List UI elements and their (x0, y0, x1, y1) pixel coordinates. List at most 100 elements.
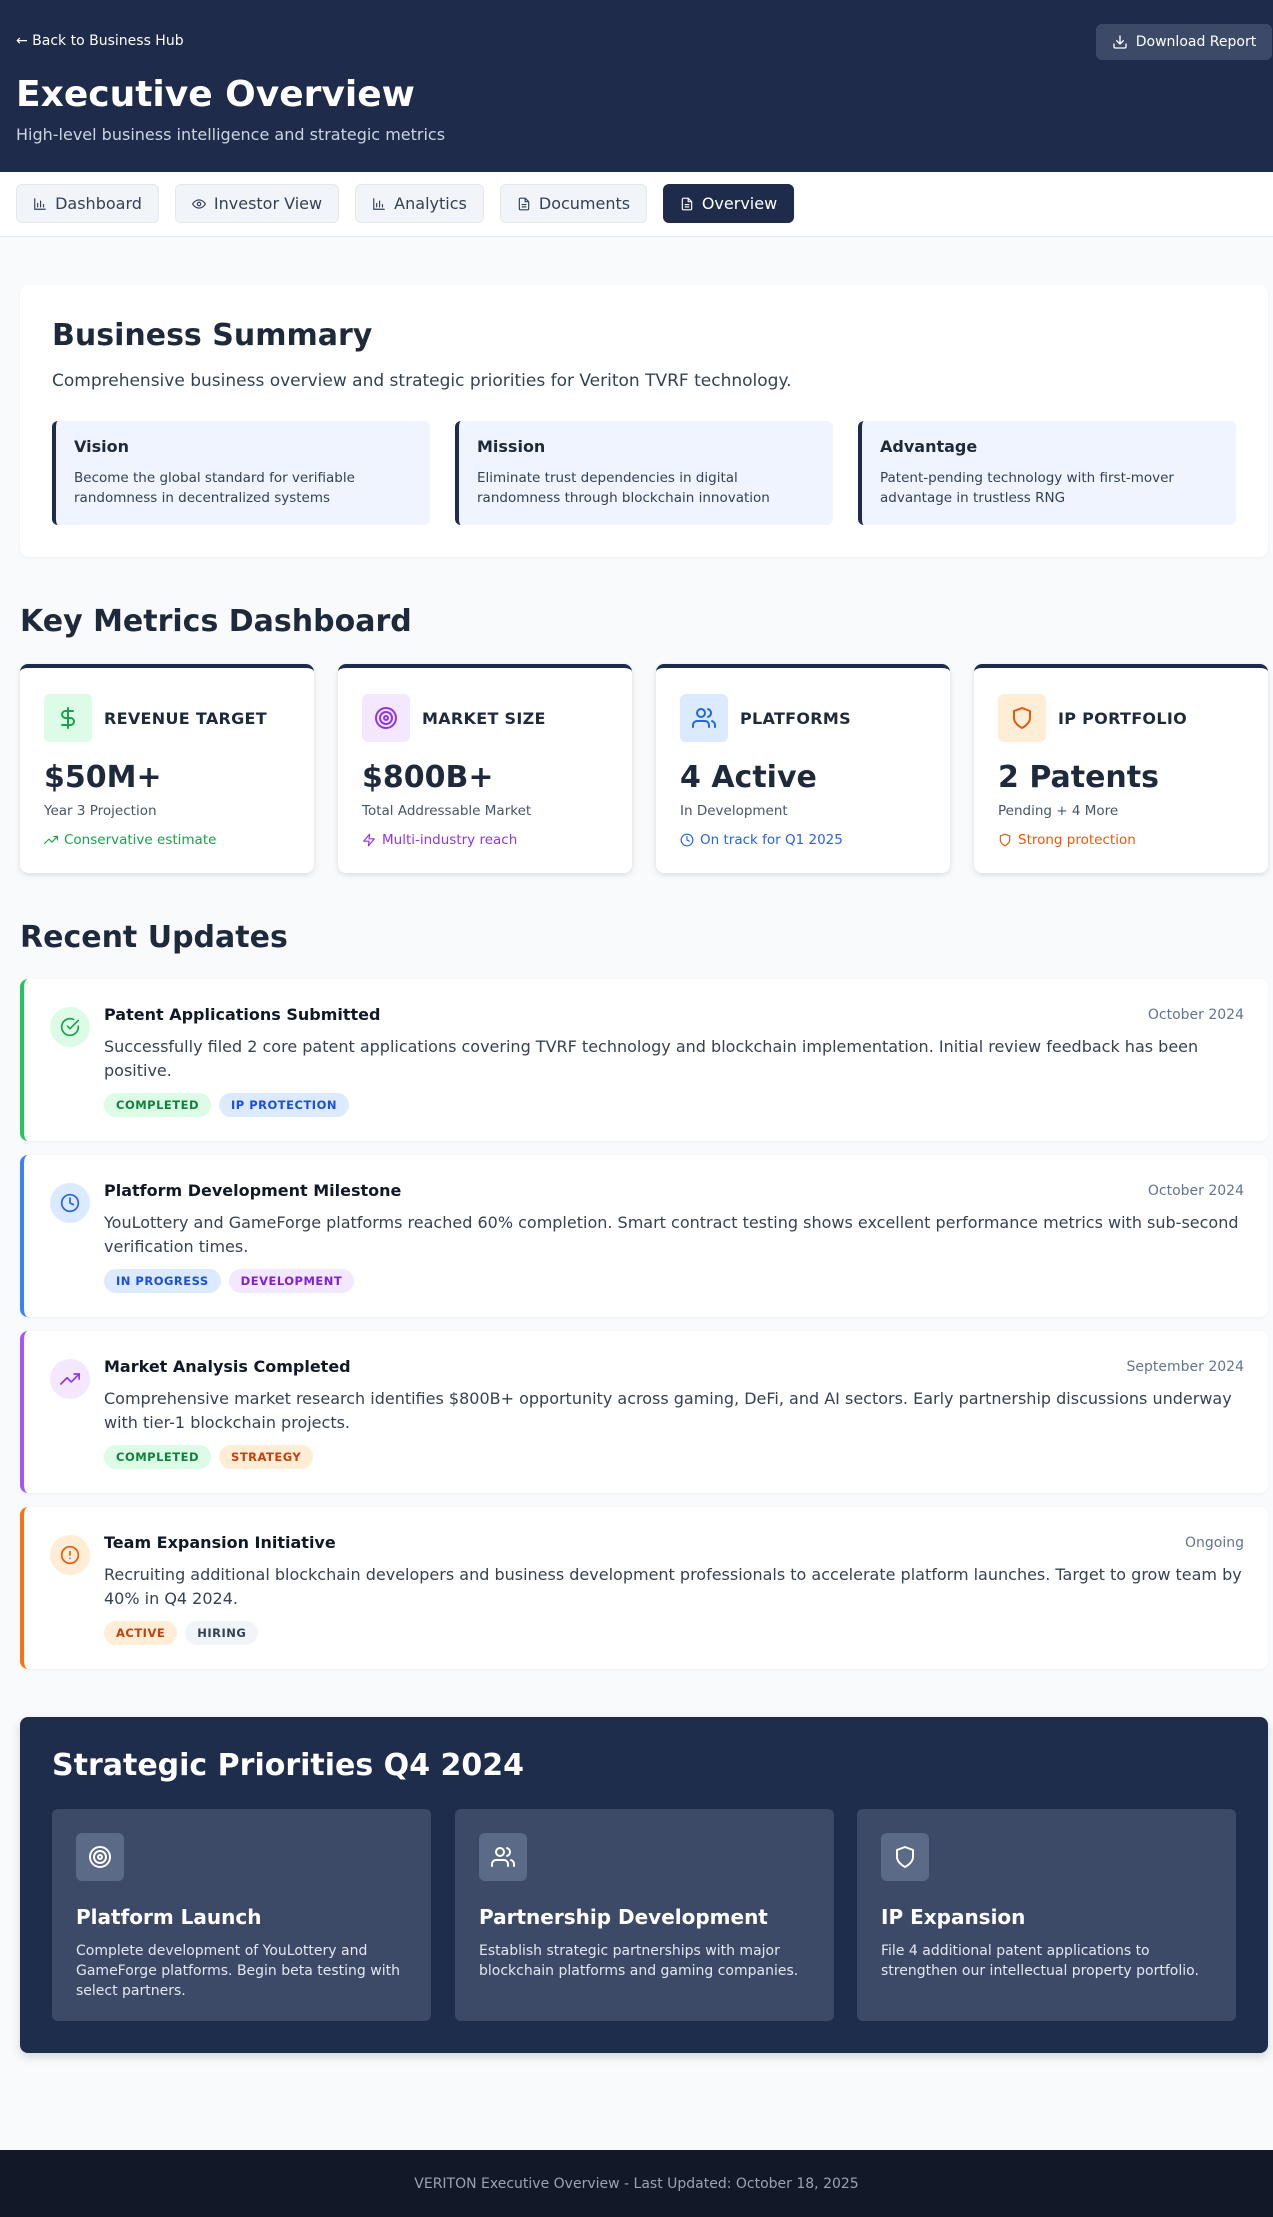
update-tags: COMPLETED IP PROTECTION (104, 1093, 349, 1117)
metric-note-text: Conservative estimate (64, 832, 217, 848)
bar-chart-icon (33, 197, 47, 211)
strategic-priorities-panel: Strategic Priorities Q4 2024 Platform La… (20, 1717, 1268, 2053)
bar-chart-icon (372, 197, 386, 211)
update-card-patent: Patent Applications Submitted October 20… (20, 979, 1268, 1141)
page-footer: VERITON Executive Overview - Last Update… (0, 2150, 1273, 2217)
update-title: Market Analysis Completed (104, 1357, 351, 1376)
metric-value: 4 Active (680, 760, 817, 795)
category-badge: HIRING (185, 1621, 259, 1645)
vision-card: Vision Become the global standard for ve… (52, 421, 430, 525)
tab-label: Overview (701, 194, 778, 213)
trending-up-icon (50, 1359, 90, 1399)
footer-text: VERITON Executive Overview - Last Update… (414, 2175, 859, 2192)
tab-label: Dashboard (55, 194, 142, 213)
mission-title: Mission (477, 437, 546, 456)
metric-value: 2 Patents (998, 760, 1159, 795)
business-summary-title: Business Summary (52, 318, 373, 353)
metric-note: Strong protection (998, 832, 1136, 848)
recent-updates-title: Recent Updates (20, 920, 288, 955)
tab-label: Investor View (213, 194, 323, 213)
tab-dashboard[interactable]: Dashboard (16, 184, 159, 223)
page-title: Executive Overview (16, 74, 415, 115)
metric-value: $800B+ (362, 760, 494, 795)
tab-documents[interactable]: Documents (500, 184, 647, 223)
priority-text: Establish strategic partnerships with ma… (479, 1943, 799, 1979)
target-icon (362, 694, 410, 742)
eye-icon (191, 197, 206, 211)
clock-icon (680, 833, 694, 847)
metric-value: $50M+ (44, 760, 162, 795)
update-text: Comprehensive market research identifies… (104, 1389, 1232, 1432)
priority-card-ip-expansion: IP Expansion File 4 additional patent ap… (857, 1809, 1236, 2021)
advantage-card: Advantage Patent-pending technology with… (858, 421, 1236, 525)
category-badge: STRATEGY (219, 1445, 314, 1469)
update-text: Recruiting additional blockchain develop… (104, 1565, 1242, 1608)
metric-card-platforms: PLATFORMS 4 Active In Development On tra… (656, 664, 950, 873)
shield-icon (998, 833, 1012, 847)
metric-label: IP PORTFOLIO (1058, 709, 1187, 728)
update-card-market: Market Analysis Completed September 2024… (20, 1331, 1268, 1493)
users-icon (680, 694, 728, 742)
users-icon (479, 1833, 527, 1881)
metric-card-market-size: MARKET SIZE $800B+ Total Addressable Mar… (338, 664, 632, 873)
metric-label: MARKET SIZE (422, 709, 546, 728)
tab-bar: Dashboard Investor View Analytics Docume… (0, 172, 1273, 237)
status-badge: ACTIVE (104, 1621, 178, 1645)
back-to-hub-link[interactable]: ← Back to Business Hub (16, 33, 184, 49)
page-subtitle: High-level business intelligence and str… (16, 125, 446, 144)
update-title: Team Expansion Initiative (104, 1533, 336, 1552)
metric-label: PLATFORMS (740, 709, 851, 728)
metric-note-text: Multi-industry reach (382, 832, 518, 848)
tab-overview[interactable]: Overview (663, 184, 794, 223)
update-title: Patent Applications Submitted (104, 1005, 381, 1024)
update-date: October 2024 (1147, 1007, 1244, 1023)
update-date: September 2024 (1126, 1359, 1244, 1375)
metric-subtext: Total Addressable Market (362, 803, 532, 819)
dollar-icon (44, 694, 92, 742)
trending-up-icon (44, 833, 58, 847)
alert-circle-icon (50, 1535, 90, 1575)
vision-text: Become the global standard for verifiabl… (74, 470, 355, 506)
metric-label: REVENUE TARGET (104, 709, 267, 728)
download-report-label: Download Report (1135, 34, 1257, 50)
priority-card-platform-launch: Platform Launch Complete development of … (52, 1809, 431, 2021)
strategic-priorities-title: Strategic Priorities Q4 2024 (52, 1748, 525, 1783)
advantage-text: Patent-pending technology with first-mov… (880, 470, 1174, 506)
update-tags: COMPLETED STRATEGY (104, 1445, 314, 1469)
update-tags: ACTIVE HIRING (104, 1621, 259, 1645)
tab-investor-view[interactable]: Investor View (175, 184, 339, 223)
advantage-title: Advantage (880, 437, 978, 456)
download-icon (1112, 34, 1128, 50)
lightning-icon (362, 833, 376, 847)
priority-text: Complete development of YouLottery and G… (76, 1943, 400, 1999)
tab-analytics[interactable]: Analytics (355, 184, 484, 223)
tab-label: Analytics (394, 194, 467, 213)
update-title: Platform Development Milestone (104, 1181, 402, 1200)
mission-text: Eliminate trust dependencies in digital … (477, 470, 770, 506)
status-badge: COMPLETED (104, 1445, 212, 1469)
metric-note: Conservative estimate (44, 832, 216, 848)
priority-card-partnership: Partnership Development Establish strate… (455, 1809, 834, 2021)
status-badge: IN PROGRESS (104, 1269, 221, 1293)
tab-label: Documents (538, 194, 631, 213)
priority-title: IP Expansion (881, 1905, 1026, 1929)
update-text: YouLottery and GameForge platforms reach… (104, 1213, 1239, 1256)
metric-note-text: On track for Q1 2025 (700, 832, 843, 848)
page-header: ← Back to Business Hub Download Report E… (0, 0, 1273, 172)
priority-title: Platform Launch (76, 1905, 262, 1929)
document-icon (517, 197, 531, 211)
update-card-team: Team Expansion Initiative Ongoing Recrui… (20, 1507, 1268, 1669)
update-date: October 2024 (1147, 1183, 1244, 1199)
check-circle-icon (50, 1007, 90, 1047)
metric-subtext: Pending + 4 More (998, 803, 1119, 819)
metric-card-revenue: REVENUE TARGET $50M+ Year 3 Projection C… (20, 664, 314, 873)
metric-note-text: Strong protection (1018, 832, 1136, 848)
mission-card: Mission Eliminate trust dependencies in … (455, 421, 833, 525)
business-summary-description: Comprehensive business overview and stra… (52, 371, 792, 391)
vision-title: Vision (74, 437, 129, 456)
status-badge: COMPLETED (104, 1093, 212, 1117)
update-text: Successfully filed 2 core patent applica… (104, 1037, 1199, 1080)
key-metrics-title: Key Metrics Dashboard (20, 604, 412, 639)
metric-subtext: Year 3 Projection (44, 803, 157, 819)
download-report-button[interactable]: Download Report (1096, 24, 1272, 60)
